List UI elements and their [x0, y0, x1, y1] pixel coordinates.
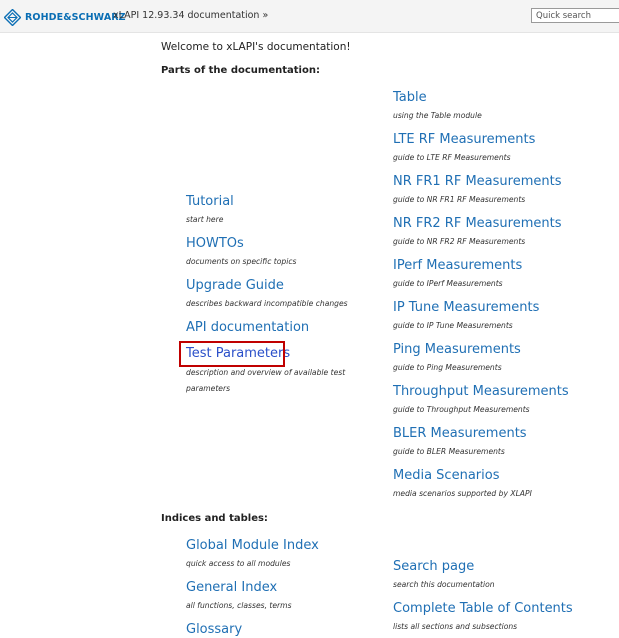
diamond-logo-icon: [4, 8, 21, 26]
link-description: guide to NR FR2 RF Measurements: [393, 237, 526, 246]
link-description: guide to BLER Measurements: [393, 447, 505, 456]
link-description: guide to Ping Measurements: [393, 363, 502, 372]
link-complete-table-of-contents[interactable]: Complete Table of Contents: [393, 601, 573, 617]
top-bar: ROHDE&SCHWARZ xLAPI 12.93.34 documentati…: [0, 0, 619, 33]
link-description: documents on specific topics: [186, 257, 297, 266]
link-tutorial[interactable]: Tutorial: [186, 194, 234, 210]
doc-entry-nr-fr1: NR FR1 RF Measurements guide to NR FR1 R…: [393, 174, 561, 205]
link-global-module-index[interactable]: Global Module Index: [186, 538, 319, 554]
link-description: lists all sections and subsections: [393, 622, 518, 631]
doc-entry-howtos: HOWTOs documents on specific topics: [186, 236, 296, 267]
doc-entry-throughput: Throughput Measurements guide to Through…: [393, 384, 569, 415]
doc-entry-media-scenarios: Media Scenarios media scenarios supporte…: [393, 468, 532, 499]
doc-entry-ip-tune: IP Tune Measurements guide to IP Tune Me…: [393, 300, 539, 331]
parts-heading: Parts of the documentation:: [161, 65, 320, 76]
index-entry-global-module: Global Module Index quick access to all …: [186, 538, 319, 569]
doc-entry-api-documentation: API documentation: [186, 320, 309, 336]
link-description: guide to LTE RF Measurements: [393, 153, 511, 162]
doc-entry-lte-rf: LTE RF Measurements guide to LTE RF Meas…: [393, 132, 535, 163]
doc-entry-ping: Ping Measurements guide to Ping Measurem…: [393, 342, 521, 373]
index-entry-glossary: Glossary: [186, 622, 242, 638]
link-howtos[interactable]: HOWTOs: [186, 236, 296, 252]
index-entry-search: Search page search this documentation: [393, 559, 495, 590]
link-description: search this documentation: [393, 580, 495, 589]
link-description: media scenarios supported by XLAPI: [393, 489, 532, 498]
brand-logo[interactable]: ROHDE&SCHWARZ: [4, 8, 126, 26]
link-upgrade-guide[interactable]: Upgrade Guide: [186, 278, 348, 294]
link-throughput-measurements[interactable]: Throughput Measurements: [393, 384, 569, 400]
link-description: quick access to all modules: [186, 559, 291, 568]
link-lte-rf-measurements[interactable]: LTE RF Measurements: [393, 132, 535, 148]
highlight-box: [179, 341, 285, 367]
doc-entry-tutorial: Tutorial start here: [186, 194, 234, 225]
link-description: guide to NR FR1 RF Measurements: [393, 195, 526, 204]
link-glossary[interactable]: Glossary: [186, 622, 242, 638]
link-bler-measurements[interactable]: BLER Measurements: [393, 426, 527, 442]
indices-heading: Indices and tables:: [161, 513, 268, 524]
link-ip-tune-measurements[interactable]: IP Tune Measurements: [393, 300, 539, 316]
index-entry-general: General Index all functions, classes, te…: [186, 580, 292, 611]
doc-entry-table: Table using the Table module: [393, 90, 482, 121]
link-general-index[interactable]: General Index: [186, 580, 292, 596]
link-description: guide to IP Tune Measurements: [393, 321, 513, 330]
link-api-documentation[interactable]: API documentation: [186, 320, 309, 336]
link-description: all functions, classes, terms: [186, 601, 292, 610]
link-description: description and overview of available te…: [186, 368, 346, 393]
link-iperf-measurements[interactable]: IPerf Measurements: [393, 258, 522, 274]
link-description: using the Table module: [393, 111, 482, 120]
link-description: guide to Throughput Measurements: [393, 405, 530, 414]
link-description: start here: [186, 215, 224, 224]
doc-entry-iperf: IPerf Measurements guide to IPerf Measur…: [393, 258, 522, 289]
breadcrumb[interactable]: xLAPI 12.93.34 documentation »: [113, 10, 268, 21]
link-nr-fr1-rf-measurements[interactable]: NR FR1 RF Measurements: [393, 174, 561, 190]
link-media-scenarios[interactable]: Media Scenarios: [393, 468, 532, 484]
doc-entry-bler: BLER Measurements guide to BLER Measurem…: [393, 426, 527, 457]
brand-name: ROHDE&SCHWARZ: [25, 11, 126, 23]
link-search-page[interactable]: Search page: [393, 559, 495, 575]
page-title: Welcome to xLAPI's documentation!: [161, 41, 351, 53]
index-entry-contents: Complete Table of Contents lists all sec…: [393, 601, 573, 632]
link-description: describes backward incompatible changes: [186, 299, 348, 308]
link-nr-fr2-rf-measurements[interactable]: NR FR2 RF Measurements: [393, 216, 561, 232]
quick-search-input[interactable]: [531, 8, 619, 23]
doc-entry-upgrade-guide: Upgrade Guide describes backward incompa…: [186, 278, 348, 309]
link-table[interactable]: Table: [393, 90, 482, 106]
link-description: guide to IPerf Measurements: [393, 279, 503, 288]
link-ping-measurements[interactable]: Ping Measurements: [393, 342, 521, 358]
doc-entry-nr-fr2: NR FR2 RF Measurements guide to NR FR2 R…: [393, 216, 561, 247]
